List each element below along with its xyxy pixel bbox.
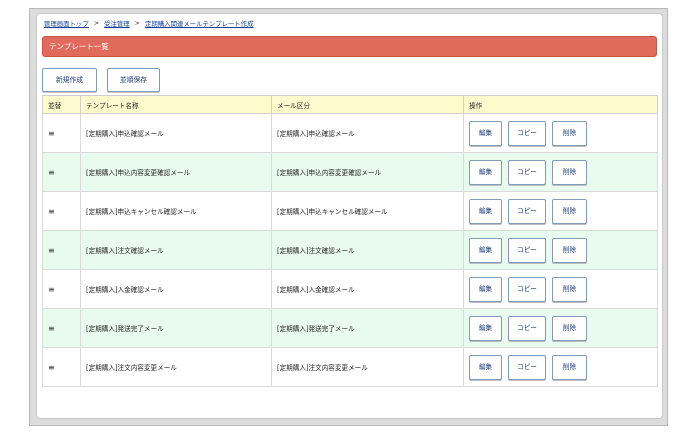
drag-handle-icon[interactable]: ≡ [48,207,55,216]
save-order-button[interactable]: 並順保存 [107,68,160,92]
table-row: ≡ [定期購入]入金確認メール [定期購入]入金確認メール 編集 コピー 削除 [42,269,658,309]
sort-handle-cell[interactable]: ≡ [42,308,81,348]
actions-cell: 編集 コピー 削除 [463,152,658,192]
delete-button[interactable]: 削除 [552,198,587,224]
copy-button[interactable]: コピー [508,276,546,302]
table-header-row: 並替 テンプレート名称 メール区分 操作 [42,95,658,114]
delete-button[interactable]: 削除 [552,354,587,380]
sort-handle-cell[interactable]: ≡ [42,152,81,192]
drag-handle-icon[interactable]: ≡ [48,324,55,333]
edit-button[interactable]: 編集 [469,237,502,263]
mail-category-cell: [定期購入]注文確認メール [271,230,464,270]
copy-button[interactable]: コピー [508,237,546,263]
copy-button[interactable]: コピー [508,198,546,224]
copy-button[interactable]: コピー [508,315,546,341]
sort-handle-cell[interactable]: ≡ [42,230,81,270]
page-title: テンプレート一覧 [42,36,657,57]
breadcrumb-link-order-management[interactable]: 受注管理 [104,19,130,28]
table-row: ≡ [定期購入]申込確認メール [定期購入]申込確認メール 編集 コピー 削除 [42,113,658,153]
sort-handle-cell[interactable]: ≡ [42,113,81,153]
breadcrumb-separator: > [93,19,100,27]
drag-handle-icon[interactable]: ≡ [48,168,55,177]
copy-button[interactable]: コピー [508,120,546,146]
mail-category-cell: [定期購入]申込内容変更確認メール [271,152,464,192]
breadcrumb: 管理画面トップ > 受注管理 > 定期購入関連メールテンプレート作成 [44,17,253,29]
drag-handle-icon[interactable]: ≡ [48,246,55,255]
actions-cell: 編集 コピー 削除 [463,191,658,231]
copy-button[interactable]: コピー [508,354,546,380]
delete-button[interactable]: 削除 [552,120,587,146]
edit-button[interactable]: 編集 [469,120,502,146]
actions-cell: 編集 コピー 削除 [463,230,658,270]
delete-button[interactable]: 削除 [552,237,587,263]
template-name-cell: [定期購入]入金確認メール [80,269,272,309]
breadcrumb-link-current-page[interactable]: 定期購入関連メールテンプレート作成 [145,19,253,28]
template-name-cell: [定期購入]申込キャンセル確認メール [80,191,272,231]
template-name-cell: [定期購入]発送完了メール [80,308,272,348]
actions-cell: 編集 コピー 削除 [463,308,658,348]
new-template-button[interactable]: 新規作成 [42,68,97,92]
drag-handle-icon[interactable]: ≡ [48,129,55,138]
edit-button[interactable]: 編集 [469,315,502,341]
delete-button[interactable]: 削除 [552,276,587,302]
template-name-cell: [定期購入]申込内容変更確認メール [80,152,272,192]
table-row: ≡ [定期購入]注文確認メール [定期購入]注文確認メール 編集 コピー 削除 [42,230,658,270]
template-name-cell: [定期購入]申込確認メール [80,113,272,153]
edit-button[interactable]: 編集 [469,159,502,185]
table-row: ≡ [定期購入]発送完了メール [定期購入]発送完了メール 編集 コピー 削除 [42,308,658,348]
breadcrumb-link-admin-top[interactable]: 管理画面トップ [44,19,89,28]
edit-button[interactable]: 編集 [469,276,502,302]
template-name-cell: [定期購入]注文内容変更メール [80,347,272,387]
edit-button[interactable]: 編集 [469,198,502,224]
sort-handle-cell[interactable]: ≡ [42,347,81,387]
delete-button[interactable]: 削除 [552,159,587,185]
mail-category-cell: [定期購入]発送完了メール [271,308,464,348]
breadcrumb-separator: > [134,19,141,27]
table-row: ≡ [定期購入]申込キャンセル確認メール [定期購入]申込キャンセル確認メール 編集コ… [42,191,658,231]
mail-category-cell: [定期購入]申込キャンセル確認メール [271,191,464,231]
sort-handle-cell[interactable]: ≡ [42,269,81,309]
actions-cell: 編集 コピー 削除 [463,269,658,309]
drag-handle-icon[interactable]: ≡ [48,285,55,294]
column-header-mail-category: メール区分 [271,95,464,114]
column-header-sort: 並替 [42,95,81,114]
drag-handle-icon[interactable]: ≡ [48,363,55,372]
actions-cell: 編集 コピー 削除 [463,113,658,153]
actions-cell: 編集 コピー 削除 [463,347,658,387]
mail-category-cell: [定期購入]注文内容変更メール [271,347,464,387]
mail-category-cell: [定期購入]申込確認メール [271,113,464,153]
template-name-cell: [定期購入]注文確認メール [80,230,272,270]
column-header-template-name: テンプレート名称 [80,95,272,114]
column-header-actions: 操作 [463,95,658,114]
sort-handle-cell[interactable]: ≡ [42,191,81,231]
edit-button[interactable]: 編集 [469,354,502,380]
table-row: ≡ [定期購入]注文内容変更メール [定期購入]注文内容変更メール 編集 コピー 削除 [42,347,658,387]
template-table: 並替 テンプレート名称 メール区分 操作 ≡ [定期購入]申込確認メール [定期購入… [42,95,658,387]
table-row: ≡ [定期購入]申込内容変更確認メール [定期購入]申込内容変更確認メール 編集 コピー… [42,152,658,192]
copy-button[interactable]: コピー [508,159,546,185]
delete-button[interactable]: 削除 [552,315,587,341]
mail-category-cell: [定期購入]入金確認メール [271,269,464,309]
